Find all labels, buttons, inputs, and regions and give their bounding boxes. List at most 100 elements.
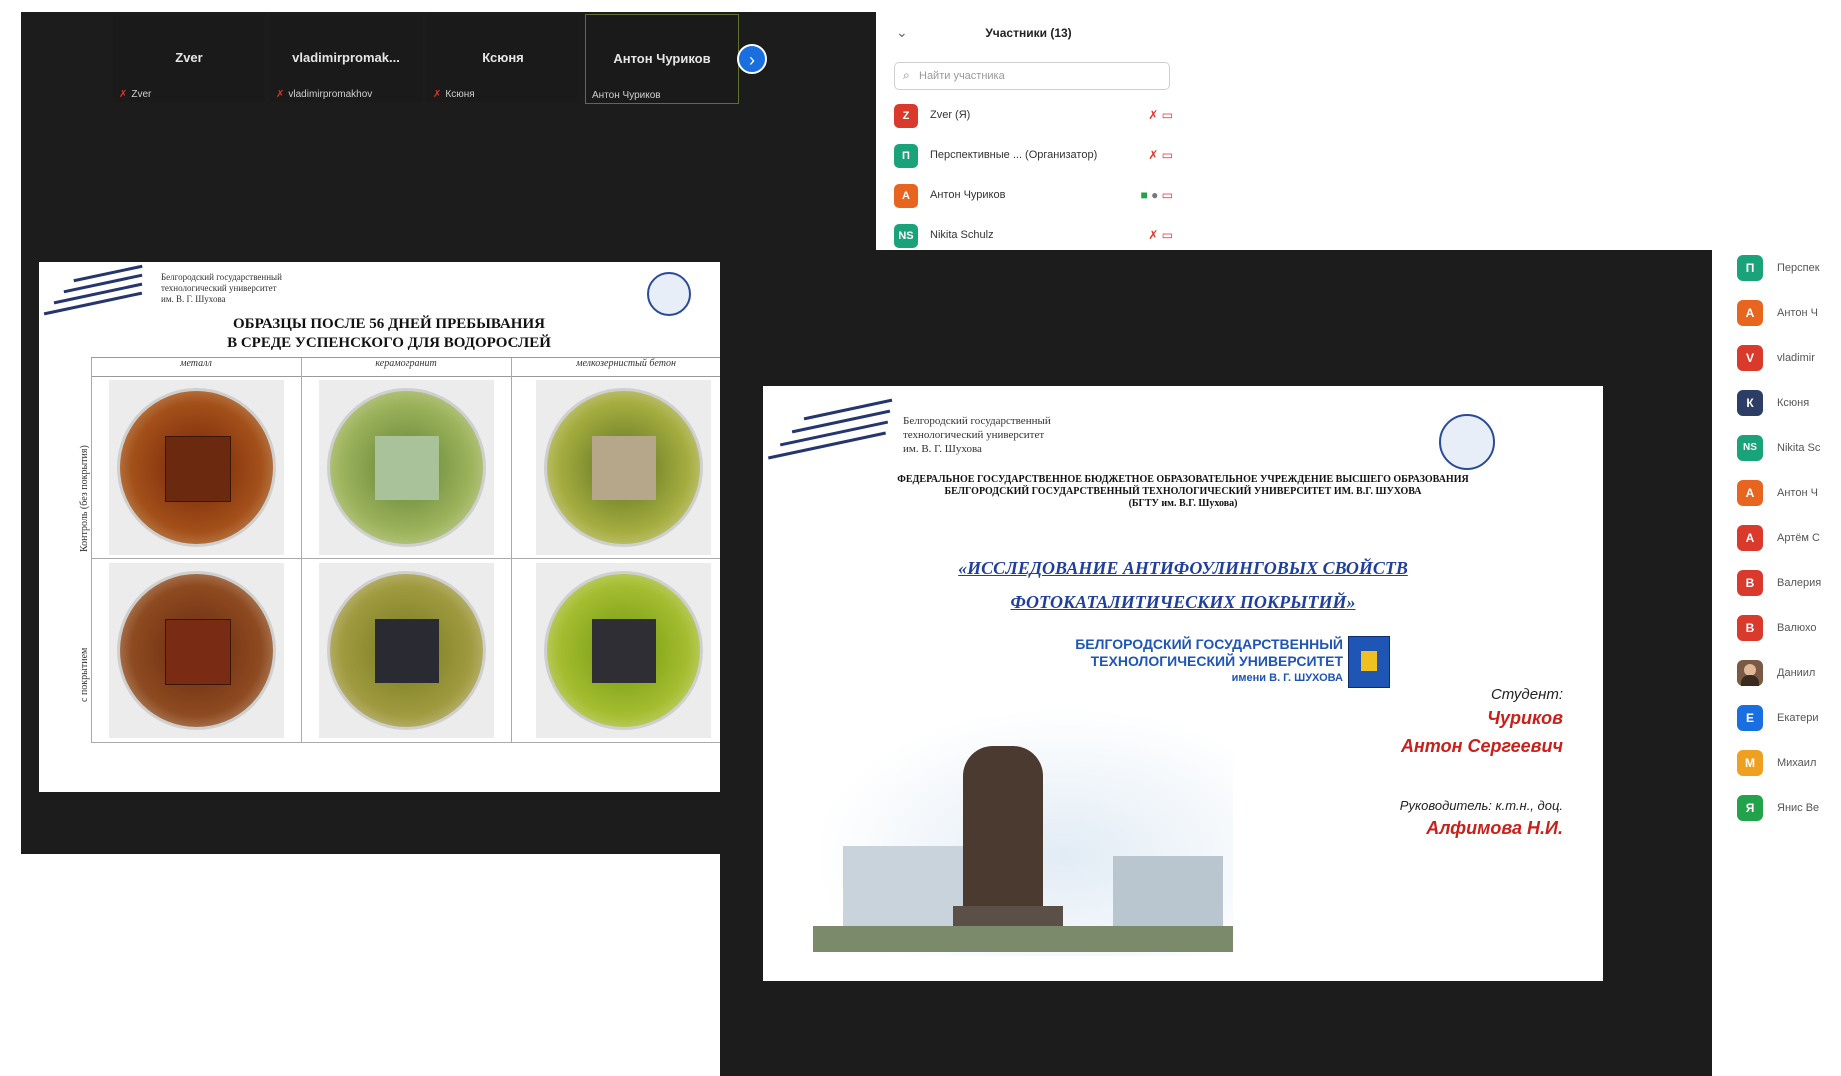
avatar: NS xyxy=(894,224,918,248)
tile-name: Ксюня xyxy=(482,50,524,65)
sample-photo-ceramic-control xyxy=(319,380,494,555)
avatar[interactable]: К xyxy=(1737,390,1763,416)
building-right xyxy=(1113,856,1223,926)
city-coat-of-arms xyxy=(1348,636,1390,688)
participant-name: Артём С xyxy=(1777,532,1820,544)
participant-name: Даниил xyxy=(1777,667,1816,679)
avatar[interactable]: Я xyxy=(1737,795,1763,821)
screen-share-icon: ■ xyxy=(1140,188,1148,202)
participant-row[interactable]: А Антон Чуриков ■ ● ▭ xyxy=(894,182,1179,210)
avatar[interactable]: П xyxy=(1737,255,1763,281)
shared-slide-title: Белгородский государственный технологиче… xyxy=(763,386,1603,981)
column-header: керамогранит xyxy=(301,358,511,377)
advisor-name: Алфимова Н.И. xyxy=(1426,818,1563,838)
row-label-coated: с покрытием xyxy=(79,647,90,702)
video-tile-vladimir[interactable]: vladimirpromak... ✗ vladimirpromakhov xyxy=(270,14,422,102)
avatar: Z xyxy=(894,104,918,128)
mic-icon: ● xyxy=(1151,188,1159,202)
institution-line1: ФЕДЕРАЛЬНОЕ ГОСУДАРСТВЕННОЕ БЮДЖЕТНОЕ ОБ… xyxy=(897,474,1469,485)
avatar[interactable]: А xyxy=(1737,300,1763,326)
sample-photo-metal-coated xyxy=(109,563,284,738)
avatar[interactable]: NS xyxy=(1737,435,1763,461)
slide-title-line2: В СРЕДЕ УСПЕНСКОГО ДЛЯ ВОДОРОСЛЕЙ xyxy=(227,335,551,351)
row-label-control: Контроль (без покрытия) xyxy=(79,445,90,552)
participant-name: Валюхо xyxy=(1777,622,1817,634)
participant-name: Янис Ве xyxy=(1777,802,1820,814)
sample-photo-concrete-control xyxy=(536,380,711,555)
participant-name: Nikita Schulz xyxy=(930,229,994,241)
video-tile-zver[interactable]: Zver ✗ Zver xyxy=(113,14,265,102)
participant-name: Антон Ч xyxy=(1777,307,1818,319)
participant-name: Антон Чуриков xyxy=(930,189,1006,201)
participant-name: Михаил xyxy=(1777,757,1817,769)
campus-illustration xyxy=(813,686,1233,956)
participant-row[interactable]: П Перспективные ... (Организатор) ✗ ▭ xyxy=(894,142,1179,170)
statue xyxy=(963,746,1043,916)
participant-row[interactable]: NS Nikita Schulz ✗ ▭ xyxy=(894,222,1179,250)
mic-camera-off-icons: ✗ ▭ xyxy=(1148,108,1173,122)
participant-name: Перспективные ... (Организатор) xyxy=(930,149,1098,161)
sample-photo-concrete-coated xyxy=(536,563,711,738)
tile-name: Антон Чуриков xyxy=(613,51,711,66)
tile-label: ✗ Ксюня xyxy=(433,89,475,100)
chevron-right-icon: › xyxy=(749,50,755,70)
participants-title: Участники (13) xyxy=(985,26,1072,40)
participant-name: vladimir xyxy=(1777,352,1815,364)
advisor-label: Руководитель: к.т.н., доц. xyxy=(1399,798,1563,813)
avatar: А xyxy=(894,184,918,208)
shared-slide-samples: Белгородский государственный технологиче… xyxy=(39,262,739,792)
participant-name: Антон Ч xyxy=(1777,487,1818,499)
participant-row[interactable]: Z Zver (Я) ✗ ▭ xyxy=(894,102,1179,130)
mic-muted-icon: ✗ xyxy=(119,89,128,100)
topic-line1: «ИССЛЕДОВАНИЕ АНТИФОУЛИНГОВЫХ СВОЙСТВ xyxy=(958,558,1408,578)
university-name: Белгородский государственный технологиче… xyxy=(161,272,282,304)
tile-label: Антон Чуриков xyxy=(592,90,661,101)
column-header: мелкозернистый бетон xyxy=(511,358,739,377)
mic-muted-icon: ✗ xyxy=(433,89,442,100)
column-header: металл xyxy=(91,358,301,377)
student-label: Студент: xyxy=(1490,686,1563,703)
avatar-photo[interactable] xyxy=(1737,660,1763,686)
student-name: Антон Сергеевич xyxy=(1400,736,1563,756)
share-mic-camera-icons: ■ ● ▭ xyxy=(1140,188,1173,202)
student-surname: Чуриков xyxy=(1487,708,1563,728)
participant-name: Екатери xyxy=(1777,712,1819,724)
participant-name: Zver (Я) xyxy=(930,109,971,121)
participant-name: Валерия xyxy=(1777,577,1822,589)
university-name: Белгородский государственный технологиче… xyxy=(903,415,1051,455)
participants-panel: ⌄ Участники (13) ⌕ Найти участника Z Zve… xyxy=(876,12,1181,250)
slide-title-line1: ОБРАЗЦЫ ПОСЛЕ 56 ДНЕЙ ПРЕБЫВАНИЯ xyxy=(233,316,545,332)
search-icon: ⌕ xyxy=(903,68,910,82)
university-banner: БЕЛГОРОДСКИЙ ГОСУДАРСТВЕННЫЙ ТЕХНОЛОГИЧЕ… xyxy=(1075,636,1343,684)
tile-label: ✗ vladimirpromakhov xyxy=(276,89,373,100)
mic-camera-off-icons: ✗ ▭ xyxy=(1148,228,1173,242)
samples-grid: металл керамогранит мелкозернистый бетон xyxy=(91,357,739,743)
department-emblem xyxy=(647,272,691,316)
topic-line2: ФОТОКАТАЛИТИЧЕСКИХ ПОКРЫТИЙ» xyxy=(1010,592,1356,612)
search-placeholder: Найти участника xyxy=(919,70,1005,82)
avatar[interactable]: А xyxy=(1737,480,1763,506)
participant-search[interactable]: ⌕ Найти участника xyxy=(894,62,1170,90)
tile-name: vladimirpromak... xyxy=(292,50,400,65)
sample-photo-ceramic-coated xyxy=(319,563,494,738)
avatar[interactable]: А xyxy=(1737,525,1763,551)
video-tile-ksyunya[interactable]: Ксюня ✗ Ксюня xyxy=(427,14,579,102)
mic-camera-off-icons: ✗ ▭ xyxy=(1148,148,1173,162)
avatar[interactable]: В xyxy=(1737,615,1763,641)
tile-name: Zver xyxy=(175,50,203,65)
avatar[interactable]: М xyxy=(1737,750,1763,776)
next-page-button[interactable]: › xyxy=(737,44,767,74)
ground xyxy=(813,926,1233,952)
mic-muted-icon: ✗ xyxy=(276,89,285,100)
avatar[interactable]: V xyxy=(1737,345,1763,371)
institution-line2: БЕЛГОРОДСКИЙ ГОСУДАРСТВЕННЫЙ ТЕХНОЛОГИЧЕ… xyxy=(944,486,1422,497)
tile-label: ✗ Zver xyxy=(119,89,152,100)
avatar[interactable]: В xyxy=(1737,570,1763,596)
avatar[interactable]: Е xyxy=(1737,705,1763,731)
video-tile-anton[interactable]: Антон Чуриков Антон Чуриков xyxy=(585,14,739,104)
participant-name: Ксюня xyxy=(1777,397,1810,409)
department-emblem xyxy=(1439,414,1495,470)
sample-photo-metal-control xyxy=(109,380,284,555)
institution-line3: (БГТУ им. В.Г. Шухова) xyxy=(1128,498,1238,509)
participant-name: Nikita Sc xyxy=(1777,442,1821,454)
